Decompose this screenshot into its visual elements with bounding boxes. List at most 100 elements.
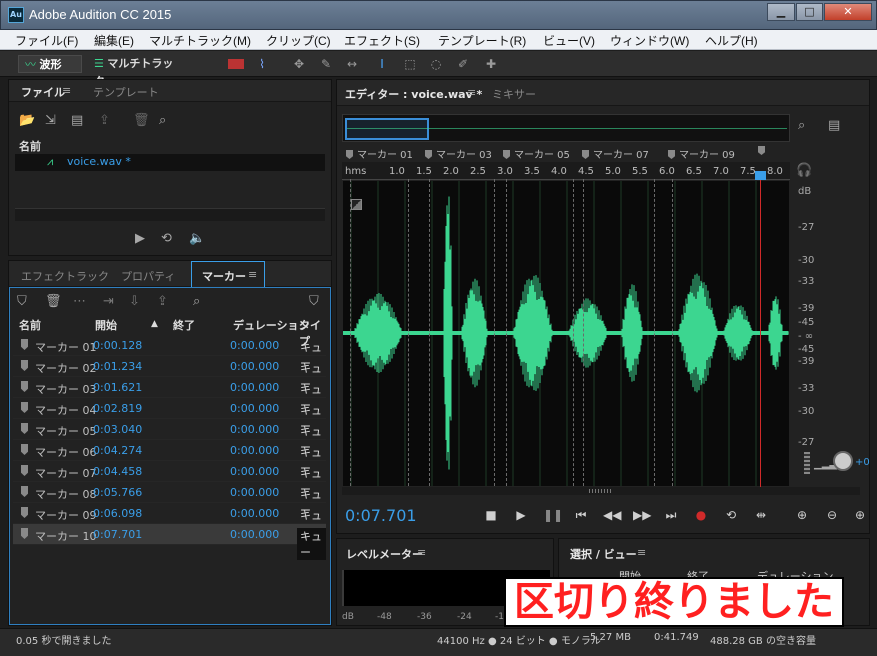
zoom-navigator-icon[interactable]: ⌕ (798, 119, 805, 133)
marker-start[interactable]: 0:01.234 (93, 360, 142, 373)
maximize-button[interactable]: □ (796, 3, 823, 21)
slip-tool-icon[interactable]: ↔ (344, 56, 360, 72)
go-to-end-icon[interactable]: ⏭ (663, 507, 679, 523)
go-to-start-icon[interactable]: ⏮ (573, 507, 589, 523)
table-row[interactable]: マーカー 02 0:01.234 0:00.000 キュー (13, 356, 326, 391)
rewind-icon[interactable]: ◀◀ (603, 507, 621, 523)
tab-editor[interactable]: エディター : voice.wav * (345, 86, 482, 102)
zoom-out-amplitude-icon[interactable]: ⊖ (824, 507, 840, 523)
marker-duration[interactable]: 0:00.000 (230, 507, 279, 520)
marquee-tool-icon[interactable]: ⬚ (402, 56, 418, 72)
lasso-tool-icon[interactable]: ◌ (428, 56, 444, 72)
zoom-range-handle[interactable] (345, 118, 429, 140)
headphone-icon[interactable]: 🎧 (796, 164, 812, 178)
table-row[interactable]: マーカー 03 0:01.621 0:00.000 キュー (13, 377, 326, 412)
col-start[interactable]: 開始 (95, 317, 117, 333)
batch-process-icon[interactable]: ⇩ (129, 295, 140, 309)
new-file-icon[interactable]: ▤ (71, 114, 83, 128)
marker-duration[interactable]: 0:00.000 (230, 528, 279, 541)
razor-tool-icon[interactable]: ✎ (318, 56, 334, 72)
selection-view-menu-icon[interactable]: ≡ (637, 546, 646, 559)
pause-icon[interactable]: ❚❚ (543, 507, 563, 523)
insert-into-playlist-icon[interactable]: ⇪ (157, 295, 168, 309)
insert-icon[interactable]: ⇪ (99, 114, 110, 128)
current-time[interactable]: 0:07.701 (345, 506, 417, 525)
marker-start[interactable]: 0:03.040 (93, 423, 142, 436)
move-tool-icon[interactable]: ✥ (291, 56, 307, 72)
marker-start[interactable]: 0:00.128 (93, 339, 142, 352)
table-row[interactable]: マーカー 04 0:02.819 0:00.000 キュー (13, 398, 326, 433)
file-row[interactable]: ⩘ voice.wav * (15, 154, 325, 171)
overview-bar[interactable] (342, 114, 790, 142)
menu-help[interactable]: ヘルプ(H) (705, 32, 758, 49)
healing-tool-icon[interactable]: ✚ (483, 56, 499, 72)
trash-icon[interactable]: 🗑 (133, 114, 150, 128)
marker-duration[interactable]: 0:00.000 (230, 402, 279, 415)
marker-duration[interactable]: 0:00.000 (230, 381, 279, 394)
marker-start[interactable]: 0:04.458 (93, 465, 142, 478)
play-icon[interactable]: ▶ (513, 507, 529, 523)
menu-window[interactable]: ウィンドウ(W) (610, 32, 689, 49)
tab-effects-rack[interactable]: エフェクトラック (21, 268, 109, 284)
marker-duration[interactable]: 0:00.000 (230, 423, 279, 436)
marker-duration[interactable]: 0:00.000 (230, 339, 279, 352)
table-row[interactable]: マーカー 01 0:00.128 0:00.000 キュー (13, 335, 326, 370)
marker-start[interactable]: 0:05.766 (93, 486, 142, 499)
marker-start[interactable]: 0:07.701 (93, 528, 142, 541)
waveform-display[interactable] (342, 180, 790, 487)
marker-duration[interactable]: 0:00.000 (230, 444, 279, 457)
import-file-icon[interactable]: ⇲ (45, 114, 56, 128)
tab-templates[interactable]: テンプレート (93, 84, 159, 100)
files-scrollbar[interactable] (15, 208, 325, 221)
delete-marker-icon[interactable]: 🗑 (45, 295, 62, 309)
table-row[interactable]: マーカー 090:06.0980:00.000キュー (13, 503, 326, 538)
col-name[interactable]: 名前 (19, 317, 41, 333)
tab-markers[interactable]: マーカー ≡ (191, 261, 265, 287)
menu-file[interactable]: ファイル(F) (15, 32, 78, 49)
stop-icon[interactable]: ■ (483, 507, 499, 523)
skip-selection-icon[interactable]: ⇹ (753, 507, 769, 523)
marker-label-10[interactable] (758, 146, 769, 157)
marker-duration[interactable]: 0:00.000 (230, 465, 279, 478)
menu-multitrack[interactable]: マルチトラック(M) (149, 32, 251, 49)
play-preview-icon[interactable]: ▶ (135, 232, 145, 246)
menu-template[interactable]: テンプレート(R) (438, 32, 526, 49)
fast-forward-icon[interactable]: ▶▶ (633, 507, 651, 523)
volume-slider[interactable] (804, 452, 810, 474)
minimize-button[interactable]: ▁ (767, 3, 795, 21)
marker-label-03[interactable]: マーカー 03 (425, 146, 492, 161)
table-row[interactable]: マーカー 05 0:03.040 0:00.000 キュー (13, 419, 326, 454)
marker-label-01[interactable]: マーカー 01 (346, 146, 413, 161)
marker-start[interactable]: 0:02.819 (93, 402, 142, 415)
tab-mixer[interactable]: ミキサー (492, 86, 536, 102)
editor-panel-menu-icon[interactable]: ≡ (467, 86, 476, 99)
waveform-mode-button[interactable]: 〰 波形 (18, 55, 82, 73)
marker-duration[interactable]: 0:00.000 (230, 486, 279, 499)
horizontal-scrollbar[interactable] (342, 487, 860, 495)
time-selection-tool-icon[interactable]: I (374, 56, 390, 72)
overview-menu-icon[interactable]: ▤ (828, 119, 840, 133)
marker-search-icon[interactable]: ⌕ (193, 295, 200, 309)
menu-view[interactable]: ビュー(V) (543, 32, 595, 49)
col-end[interactable]: 終了 (173, 317, 195, 333)
merge-markers-icon[interactable]: ⋯ (73, 295, 86, 309)
zoom-in-amplitude-icon[interactable]: ⊕ (794, 507, 810, 523)
menu-edit[interactable]: 編集(E) (94, 32, 134, 49)
close-button[interactable]: ✕ (824, 3, 872, 21)
scroll-grip[interactable] (589, 489, 613, 493)
marker-start[interactable]: 0:01.621 (93, 381, 142, 394)
loop-preview-icon[interactable]: ⟲ (161, 232, 172, 246)
hud-icon[interactable] (351, 199, 362, 210)
table-row[interactable]: マーカー 08 0:05.766 0:00.000 キュー (13, 482, 326, 517)
marker-duration[interactable]: 0:00.000 (230, 360, 279, 373)
brush-tool-icon[interactable]: ✐ (455, 56, 471, 72)
table-row-selected[interactable]: マーカー 10 0:07.701 0:00.000 キュー (13, 524, 326, 560)
marker-start[interactable]: 0:06.098 (93, 507, 142, 520)
tab-files[interactable]: ファイル (21, 84, 65, 100)
table-row[interactable]: マーカー 06 0:04.274 0:00.000 キュー (13, 440, 326, 475)
gain-knob[interactable] (833, 451, 853, 471)
markers-panel-menu-icon[interactable]: ≡ (248, 268, 257, 281)
multitrack-mode-button[interactable]: ☰ マルチトラック (92, 55, 184, 88)
level-meter-menu-icon[interactable]: ≡ (417, 546, 426, 559)
marker-label-09[interactable]: マーカー 09 (668, 146, 735, 161)
